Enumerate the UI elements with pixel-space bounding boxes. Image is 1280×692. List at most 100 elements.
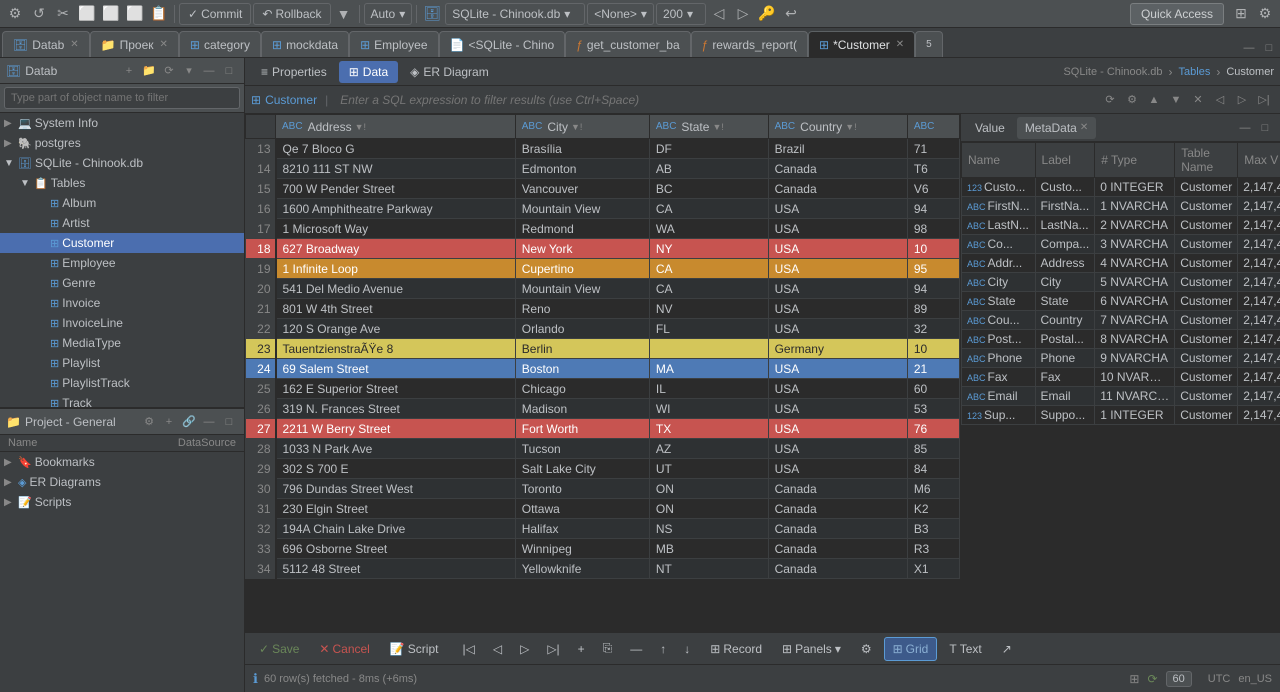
cell-state[interactable]: IL (649, 379, 768, 399)
meta-tab-value[interactable]: Value (967, 117, 1013, 139)
cell-state[interactable]: CA (649, 279, 768, 299)
commit-button[interactable]: ✓ Commit (179, 3, 251, 25)
project-scripts[interactable]: ▶ 📝 Scripts (0, 492, 244, 512)
cell-address[interactable]: 796 Dundas Street West (276, 479, 516, 499)
sub-tab-data[interactable]: ⊞ Data (339, 61, 398, 83)
cancel-button[interactable]: ✕ Cancel (311, 637, 377, 661)
cell-address[interactable]: TauentzienstraÃŸe 8 (276, 339, 516, 359)
col-country-header[interactable]: ABC Country ▼! (768, 115, 907, 139)
meta-expand-btn[interactable]: □ (1256, 119, 1274, 137)
cell-country[interactable]: Canada (768, 179, 907, 199)
row-nav-last[interactable]: ▷| (539, 637, 567, 661)
meta-table-container[interactable]: Name Label # Type Table Name Max V 123Cu… (961, 142, 1280, 632)
cell-city[interactable]: Berlin (515, 339, 649, 359)
cell-address[interactable]: 541 Del Medio Avenue (276, 279, 516, 299)
table-row[interactable]: 30796 Dundas Street WestTorontoONCanadaM… (246, 479, 960, 499)
tree-genre[interactable]: ⊞ Genre (0, 273, 244, 293)
limit-dropdown[interactable]: 200 ▾ (656, 3, 706, 25)
cell-country[interactable]: Canada (768, 159, 907, 179)
tab-customer-close[interactable]: ✕ (896, 39, 904, 50)
table-row[interactable]: 29302 S 700 ESalt Lake CityUTUSA84 (246, 459, 960, 479)
cell-state[interactable]: CA (649, 259, 768, 279)
cell-postal[interactable]: K2 (907, 499, 959, 519)
cell-state[interactable]: MB (649, 539, 768, 559)
rollback-button[interactable]: ↶ Rollback (253, 3, 330, 25)
cell-address[interactable]: 194A Chain Lake Drive (276, 519, 516, 539)
cell-address[interactable]: Qe 7 Bloco G (276, 139, 516, 159)
cell-city[interactable]: Salt Lake City (515, 459, 649, 479)
toolbar-nav-1[interactable]: ◁ (708, 3, 730, 25)
sub-tab-properties[interactable]: ≡ Properties (251, 61, 337, 83)
cell-state[interactable]: NS (649, 519, 768, 539)
table-row[interactable]: 191 Infinite LoopCupertinoCAUSA95 (246, 259, 960, 279)
cell-city[interactable]: Brasília (515, 139, 649, 159)
cell-address[interactable]: 627 Broadway (276, 239, 516, 259)
grid-button[interactable]: ⊞ Grid (884, 637, 938, 661)
filter-refresh-btn[interactable]: ⟳ (1100, 90, 1120, 110)
cell-state[interactable]: CA (649, 199, 768, 219)
tree-employee[interactable]: ⊞ Employee (0, 253, 244, 273)
row-copy[interactable]: ⎘ (595, 637, 621, 661)
cell-postal[interactable]: 60 (907, 379, 959, 399)
cell-address[interactable]: 1 Microsoft Way (276, 219, 516, 239)
table-row[interactable]: 23TauentzienstraÃŸe 8BerlinGermany10 (246, 339, 960, 359)
panels-button[interactable]: ⊞ Panels ▾ (774, 637, 849, 661)
table-row[interactable]: 15700 W Pender StreetVancouverBCCanadaV6 (246, 179, 960, 199)
cell-country[interactable]: Canada (768, 499, 907, 519)
table-row[interactable]: 21801 W 4th StreetRenoNVUSA89 (246, 299, 960, 319)
project-er-diagrams[interactable]: ▶ ◈ ER Diagrams (0, 472, 244, 492)
cell-address[interactable]: 8210 111 ST NW (276, 159, 516, 179)
cell-state[interactable] (649, 339, 768, 359)
cell-postal[interactable]: R3 (907, 539, 959, 559)
cell-city[interactable]: Edmonton (515, 159, 649, 179)
tab-maximize[interactable]: □ (1260, 39, 1278, 57)
cell-state[interactable]: ON (649, 499, 768, 519)
cell-country[interactable]: USA (768, 239, 907, 259)
cell-city[interactable]: Fort Worth (515, 419, 649, 439)
filter-clear-btn[interactable]: ✕ (1188, 90, 1208, 110)
toolbar-icon-5[interactable]: ⬜ (100, 3, 122, 25)
cell-state[interactable]: MA (649, 359, 768, 379)
panel-minimize-btn[interactable]: — (200, 62, 218, 80)
table-row[interactable]: 31230 Elgin StreetOttawaONCanadaK2 (246, 499, 960, 519)
cell-postal[interactable]: 89 (907, 299, 959, 319)
cell-state[interactable]: DF (649, 139, 768, 159)
tab-get-customer[interactable]: ƒ get_customer_ba (565, 31, 690, 57)
cell-address[interactable]: 700 W Pender Street (276, 179, 516, 199)
col-city-header[interactable]: ABC City ▼! (515, 115, 649, 139)
cell-postal[interactable]: 53 (907, 399, 959, 419)
toolbar-grid-icon[interactable]: ⊞ (1230, 3, 1252, 25)
toolbar-nav-2[interactable]: ▷ (732, 3, 754, 25)
cell-state[interactable]: WA (649, 219, 768, 239)
cell-city[interactable]: Tucson (515, 439, 649, 459)
export-button[interactable]: ↗ (994, 637, 1020, 661)
address-filter-icon[interactable]: ▼! (355, 122, 366, 132)
tab-overflow[interactable]: 5 (915, 31, 943, 57)
cell-postal[interactable]: 98 (907, 219, 959, 239)
city-filter-icon[interactable]: ▼! (571, 122, 582, 132)
project-link-btn[interactable]: 🔗 (180, 413, 198, 431)
table-row[interactable]: 148210 111 ST NWEdmontonABCanadaT6 (246, 159, 960, 179)
cell-postal[interactable]: 21 (907, 359, 959, 379)
row-add[interactable]: + (570, 637, 593, 661)
table-row[interactable]: 25162 E Superior StreetChicagoILUSA60 (246, 379, 960, 399)
row-nav-prev[interactable]: ◁ (485, 637, 510, 661)
tab-mockdata[interactable]: ⊞ mockdata (261, 31, 349, 57)
meta-close-icon[interactable]: ✕ (1080, 122, 1088, 133)
db-dropdown[interactable]: SQLite - Chinook.db ▾ (445, 3, 585, 25)
grid-settings-btn[interactable]: ⚙ (853, 637, 880, 661)
cell-postal[interactable]: 10 (907, 239, 959, 259)
cell-postal[interactable]: 76 (907, 419, 959, 439)
cell-address[interactable]: 5112 48 Street (276, 559, 516, 579)
toolbar-icon-8[interactable]: ▼ (333, 3, 355, 25)
tab-datab-close[interactable]: ✕ (70, 39, 78, 50)
cell-country[interactable]: USA (768, 379, 907, 399)
project-minimize-btn[interactable]: — (200, 413, 218, 431)
cell-city[interactable]: Ottawa (515, 499, 649, 519)
tab-proekt-close[interactable]: ✕ (160, 39, 168, 50)
toolbar-icon-4[interactable]: ⬜ (76, 3, 98, 25)
cell-address[interactable]: 696 Osborne Street (276, 539, 516, 559)
cell-city[interactable]: Orlando (515, 319, 649, 339)
cell-city[interactable]: Cupertino (515, 259, 649, 279)
cell-country[interactable]: Canada (768, 479, 907, 499)
